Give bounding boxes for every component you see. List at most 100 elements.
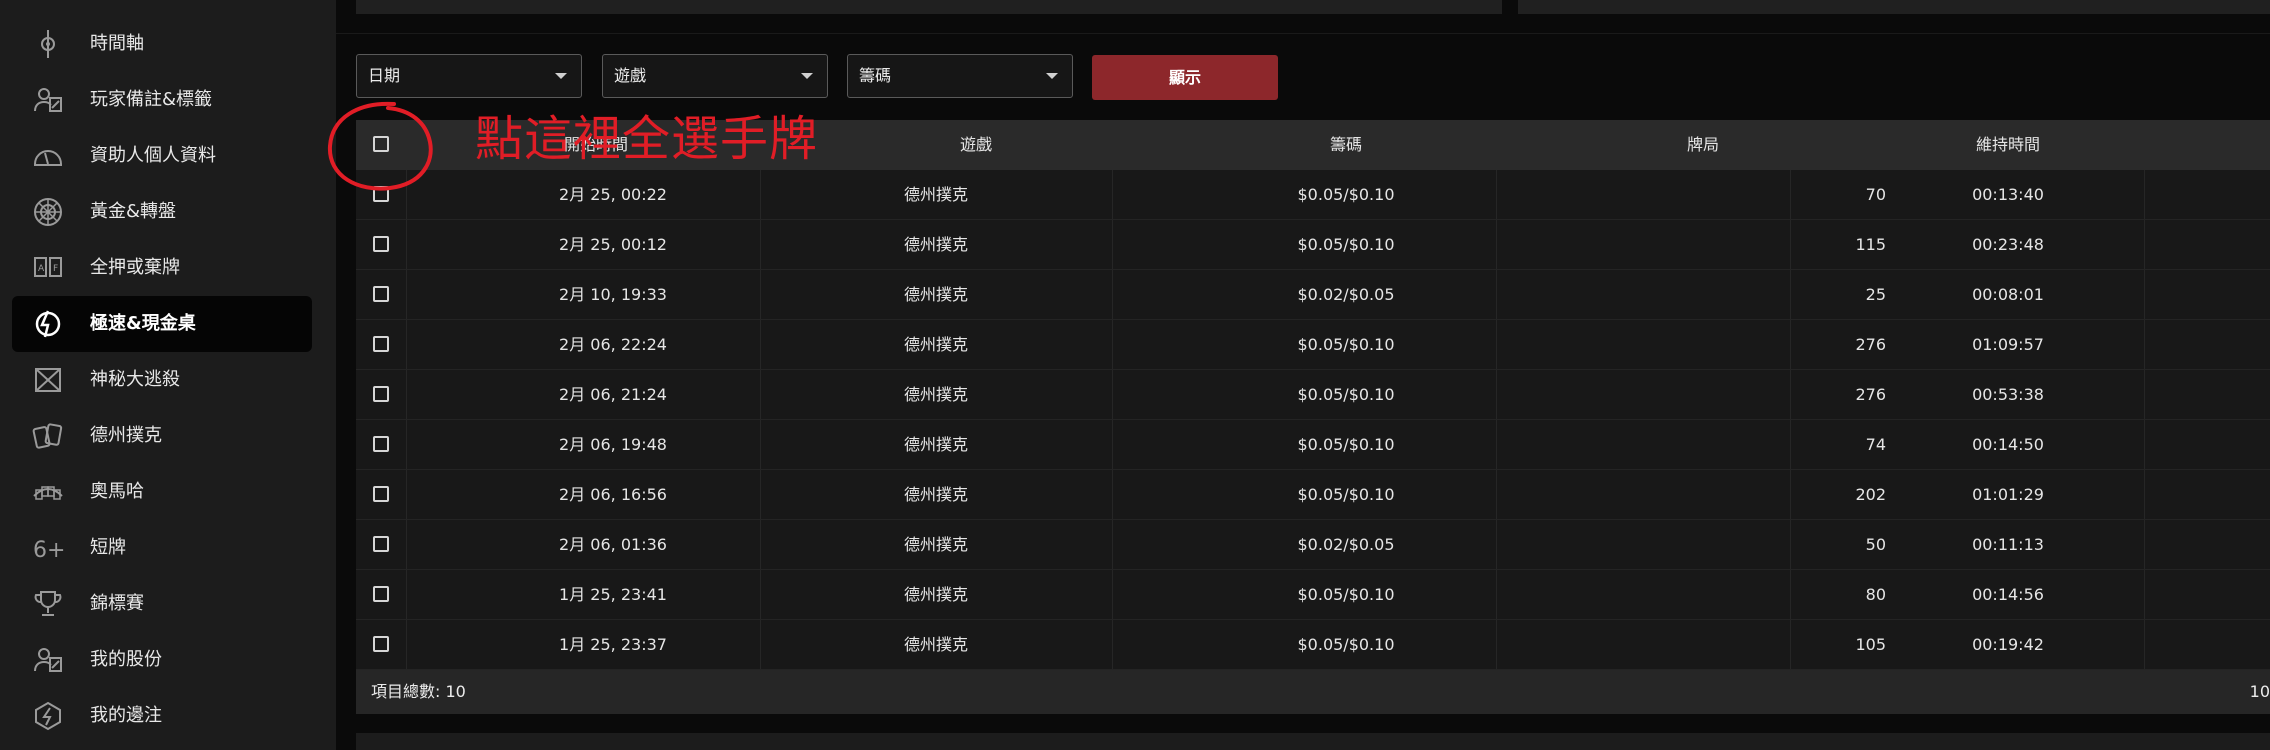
cell-game: 德州撲克 [903, 635, 968, 654]
cell-hands: 105 [1855, 635, 1886, 654]
sidebar-item-label: 神秘大逃殺 [90, 369, 180, 390]
sidebar-item-timeline[interactable]: 時間軸 [12, 16, 312, 72]
sidebar-item-side-bets[interactable]: 我的邊注 [12, 688, 312, 744]
cell-start-time: 2月 06, 01:36 [559, 535, 667, 554]
sidebar-item-omaha[interactable]: 奧馬哈 [12, 464, 312, 520]
cell-hands: 276 [1855, 385, 1886, 404]
stakes-filter-value: 籌碼 [859, 66, 892, 85]
cell-hands: 276 [1855, 335, 1886, 354]
row-checkbox[interactable] [373, 636, 389, 652]
player-notes-icon [32, 84, 64, 116]
bottom-panel [356, 733, 2270, 750]
column-divider [406, 570, 407, 619]
sidebar-item-label: 極速&現金桌 [90, 313, 196, 334]
sidebar-item-label: 奧馬哈 [90, 481, 144, 502]
cell-duration: 00:23:48 [1972, 235, 2044, 254]
cell-stakes: $0.05/$0.10 [1297, 235, 1395, 254]
row-checkbox[interactable] [373, 586, 389, 602]
column-header-game[interactable]: 遊戲 [916, 120, 1036, 170]
row-checkbox[interactable] [373, 436, 389, 452]
cell-game: 德州撲克 [903, 235, 968, 254]
sidebar-item-backer-profile[interactable]: 資助人個人資料 [12, 128, 312, 184]
column-header-duration[interactable]: 維持時間 [1948, 120, 2068, 170]
row-checkbox[interactable] [373, 386, 389, 402]
chevron-down-icon [801, 73, 813, 79]
sidebar-item-short-deck[interactable]: 6+ 短牌 [12, 520, 312, 576]
cell-hands: 202 [1855, 485, 1886, 504]
cell-duration: 01:09:57 [1972, 335, 2044, 354]
table-row[interactable]: 2月 10, 19:33 德州撲克 $0.02/$0.05 25 00:08:01 [356, 270, 2270, 320]
pagination-count: 10 [2249, 682, 2270, 701]
game-filter-value: 遊戲 [614, 66, 647, 85]
cell-start-time: 2月 10, 19:33 [559, 285, 667, 304]
column-header-hands[interactable]: 牌局 [1643, 120, 1763, 170]
sidebar-item-label: 全押或棄牌 [90, 257, 180, 278]
table-row[interactable]: 2月 06, 16:56 德州撲克 $0.05/$0.10 202 01:01:29 [356, 470, 2270, 520]
table-row[interactable]: 1月 25, 23:37 德州撲克 $0.05/$0.10 105 00:19:42 [356, 620, 2270, 670]
row-checkbox[interactable] [373, 486, 389, 502]
allin-fold-icon: AF [32, 252, 64, 284]
table-row[interactable]: 1月 25, 23:41 德州撲克 $0.05/$0.10 80 00:14:56 [356, 570, 2270, 620]
table-row[interactable]: 2月 06, 21:24 德州撲克 $0.05/$0.10 276 00:53:38 [356, 370, 2270, 420]
game-filter-select[interactable]: 遊戲 [602, 54, 828, 98]
table-footer: 項目總數: 10 10 [356, 670, 2270, 714]
cell-hands: 50 [1865, 535, 1886, 554]
column-divider [406, 370, 407, 419]
cell-start-time: 2月 06, 19:48 [559, 435, 667, 454]
table-row[interactable]: 2月 06, 19:48 德州撲克 $0.05/$0.10 74 00:14:50 [356, 420, 2270, 470]
wheel-icon [32, 196, 64, 228]
table-row[interactable]: 2月 25, 00:22 德州撲克 $0.05/$0.10 70 00:13:40 [356, 170, 2270, 220]
annotation-circle [327, 101, 433, 191]
cell-game: 德州撲克 [903, 335, 968, 354]
cell-stakes: $0.05/$0.10 [1297, 635, 1395, 654]
sidebar-item-allin-fold[interactable]: AF 全押或棄牌 [12, 240, 312, 296]
sidebar-item-mystery-battle[interactable]: 神秘大逃殺 [12, 352, 312, 408]
annotation-text: 點這裡全選手牌 [475, 111, 819, 167]
sidebar-item-rush-cash[interactable]: 極速&現金桌 [12, 296, 312, 352]
table-row[interactable]: 2月 06, 22:24 德州撲克 $0.05/$0.10 276 01:09:57 [356, 320, 2270, 370]
row-checkbox[interactable] [373, 286, 389, 302]
cell-game: 德州撲克 [903, 485, 968, 504]
omaha-cards-icon [32, 476, 64, 508]
sidebar-item-tournaments[interactable]: 錦標賽 [12, 576, 312, 632]
cell-start-time: 2月 25, 00:22 [559, 185, 667, 204]
top-panel-right [1518, 0, 2270, 14]
table-row[interactable]: 2月 25, 00:12 德州撲克 $0.05/$0.10 115 00:23:48 [356, 220, 2270, 270]
cell-stakes: $0.05/$0.10 [1297, 485, 1395, 504]
cell-stakes: $0.02/$0.05 [1297, 285, 1395, 304]
cards-icon [32, 420, 64, 452]
column-header-stakes[interactable]: 籌碼 [1286, 120, 1406, 170]
my-stakes-icon [32, 644, 64, 676]
sessions-table: 開始時間 遊戲 籌碼 牌局 維持時間 2月 25, 00:22 德州撲克 $0.05… [356, 120, 2270, 714]
column-divider [406, 220, 407, 269]
cell-start-time: 2月 06, 16:56 [559, 485, 667, 504]
stakes-filter-select[interactable]: 籌碼 [847, 54, 1073, 98]
sidebar-item-player-notes[interactable]: 玩家備註&標籤 [12, 72, 312, 128]
sidebar-item-my-stakes[interactable]: 我的股份 [12, 632, 312, 688]
rush-cash-icon [32, 308, 64, 340]
row-checkbox[interactable] [373, 236, 389, 252]
date-filter-value: 日期 [368, 66, 401, 85]
column-divider [406, 270, 407, 319]
cell-game: 德州撲克 [903, 535, 968, 554]
cell-duration: 00:11:13 [1972, 535, 2044, 554]
cell-start-time: 1月 25, 23:37 [559, 635, 667, 654]
cell-stakes: $0.05/$0.10 [1297, 435, 1395, 454]
svg-text:6+: 6+ [33, 538, 64, 563]
cell-start-time: 2月 06, 22:24 [559, 335, 667, 354]
sidebar-item-gold-spin[interactable]: 黃金&轉盤 [12, 184, 312, 240]
side-bet-icon [32, 700, 64, 732]
cell-hands: 80 [1865, 585, 1886, 604]
table-row[interactable]: 2月 06, 01:36 德州撲克 $0.02/$0.05 50 00:11:13 [356, 520, 2270, 570]
sidebar-item-holdem[interactable]: 德州撲克 [12, 408, 312, 464]
row-checkbox[interactable] [373, 336, 389, 352]
column-divider [406, 420, 407, 469]
mystery-battle-icon [32, 364, 64, 396]
sidebar-item-label: 德州撲克 [90, 425, 162, 446]
column-divider [406, 320, 407, 369]
column-divider [406, 520, 407, 569]
cell-duration: 00:53:38 [1972, 385, 2044, 404]
row-checkbox[interactable] [373, 536, 389, 552]
date-filter-select[interactable]: 日期 [356, 54, 582, 98]
show-button[interactable]: 顯示 [1092, 55, 1278, 100]
